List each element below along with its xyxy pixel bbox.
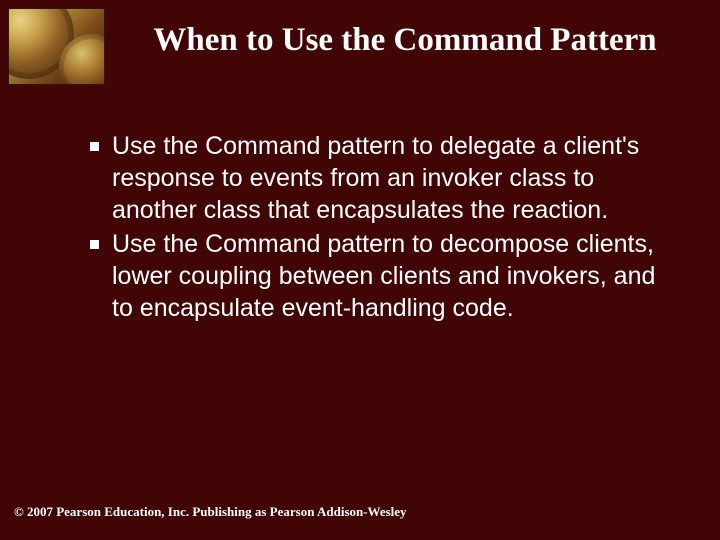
slide-footer: © 2007 Pearson Education, Inc. Publishin… — [14, 504, 407, 520]
bullet-item: Use the Command pattern to delegate a cl… — [90, 130, 660, 226]
slide-logo — [8, 8, 105, 85]
bullet-item: Use the Command pattern to decompose cli… — [90, 228, 660, 324]
slide-title: When to Use the Command Pattern — [110, 22, 700, 59]
slide-body: Use the Command pattern to delegate a cl… — [90, 130, 660, 326]
